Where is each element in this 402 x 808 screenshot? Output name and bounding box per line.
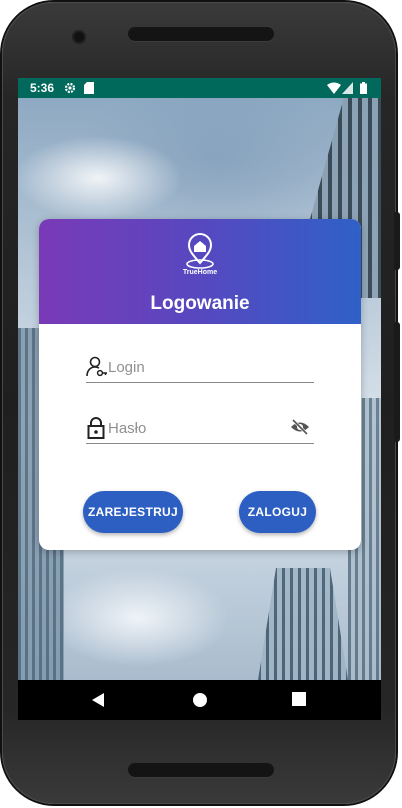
password-input[interactable] [108, 418, 278, 438]
recents-icon[interactable] [292, 692, 306, 711]
earpiece-speaker [128, 27, 274, 41]
home-icon[interactable] [192, 692, 208, 713]
power-button [394, 322, 400, 442]
front-camera [74, 32, 84, 42]
signal-icon [342, 82, 353, 97]
back-icon[interactable] [91, 692, 105, 713]
sd-card-icon [84, 82, 94, 97]
battery-icon [360, 82, 367, 97]
status-bar: 5:36 [18, 78, 381, 98]
bottom-speaker [128, 763, 274, 777]
login-input[interactable] [108, 357, 278, 377]
gear-icon [64, 82, 76, 97]
user-key-icon [86, 356, 108, 383]
truehome-logo: TrueHome [179, 233, 221, 281]
login-button[interactable]: ZALOGUJ [239, 491, 316, 533]
login-card: TrueHome Logowanie Login ZAREJESTRUJ ZAL… [39, 219, 361, 550]
password-field[interactable] [86, 413, 314, 444]
lock-icon [86, 417, 106, 444]
wifi-icon [327, 82, 341, 97]
navigation-bar [18, 680, 381, 720]
card-header: TrueHome Logowanie [39, 219, 361, 324]
logo-text: TrueHome [182, 269, 218, 276]
house-pin-icon [186, 233, 214, 269]
building-image [258, 568, 348, 680]
login-field[interactable] [86, 352, 314, 383]
register-button[interactable]: ZAREJESTRUJ [83, 491, 183, 533]
page-title: Logowanie [150, 293, 250, 314]
eye-off-icon[interactable] [290, 418, 310, 441]
volume-button [394, 212, 400, 270]
status-time: 5:36 [30, 81, 55, 95]
screen: 5:36 TrueHome Logowanie Login ZAREJESTRU… [18, 78, 381, 720]
